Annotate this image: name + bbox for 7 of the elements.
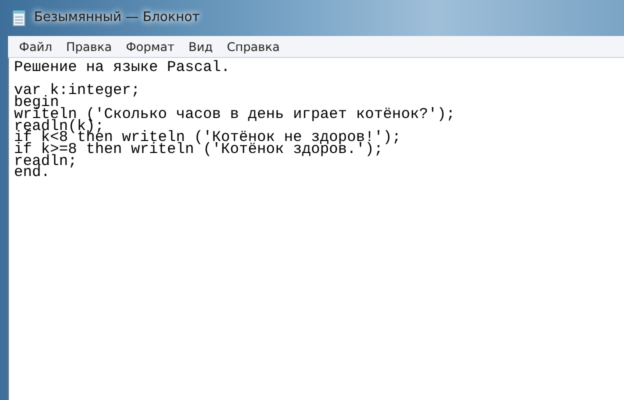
menu-item[interactable]: Файл [12,36,60,58]
notepad-icon [12,10,26,26]
menu-item[interactable]: Формат [118,36,182,58]
window-title: Безымянный — Блокнот [34,9,200,28]
menu-item[interactable]: Справка [220,36,287,58]
menu-item[interactable]: Правка [59,36,119,58]
menu-item[interactable]: Вид [182,36,220,58]
